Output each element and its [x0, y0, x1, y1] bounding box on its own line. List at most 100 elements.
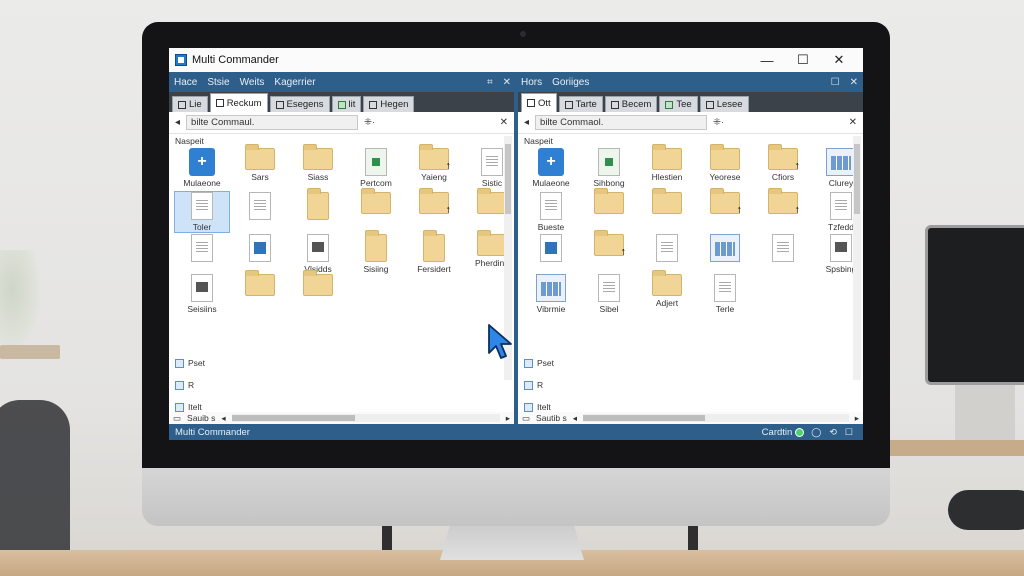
- file-item[interactable]: [233, 234, 287, 264]
- quick-access-item[interactable]: Pset: [524, 352, 554, 374]
- file-item[interactable]: [640, 234, 694, 264]
- tab-4[interactable]: Lesee: [699, 96, 749, 112]
- tab-strip: Ott Tarte Becem Tee Lesee: [518, 92, 863, 112]
- location-icon: [524, 380, 533, 390]
- tab-icon: [705, 100, 714, 109]
- tab-2[interactable]: Becem: [604, 96, 658, 112]
- path-input[interactable]: [186, 115, 359, 130]
- file-item[interactable]: [582, 188, 636, 216]
- file-item[interactable]: [233, 270, 287, 298]
- tab-3[interactable]: Tee: [659, 96, 698, 112]
- path-input[interactable]: [535, 115, 708, 130]
- maximize-button[interactable]: ☐: [785, 52, 821, 68]
- file-item[interactable]: [407, 188, 461, 216]
- menu-item[interactable]: Goriiges: [552, 77, 589, 88]
- file-item[interactable]: Sihbong: [582, 148, 636, 188]
- file-item[interactable]: + Mulaeone: [175, 148, 229, 188]
- file-item[interactable]: [291, 270, 345, 298]
- menu-item[interactable]: Kagerrier: [274, 77, 315, 88]
- file-item[interactable]: [175, 234, 229, 264]
- file-item[interactable]: Yeorese: [698, 144, 752, 182]
- view-options-button[interactable]: ⁜·: [713, 117, 724, 128]
- file-item[interactable]: Vlsidds: [291, 234, 345, 274]
- menu-item[interactable]: Stsie: [207, 77, 229, 88]
- menu-item[interactable]: Hace: [174, 77, 197, 88]
- status-circle-icon[interactable]: ◯: [811, 427, 821, 438]
- tab-label: Tee: [676, 99, 692, 110]
- document-icon: [830, 234, 852, 262]
- file-item[interactable]: Hlestien: [640, 144, 694, 182]
- location-icon: [175, 358, 184, 368]
- file-label: Sars: [251, 172, 269, 182]
- file-item[interactable]: [291, 188, 345, 222]
- close-pane-icon[interactable]: ✕: [500, 117, 508, 128]
- file-item[interactable]: [698, 188, 752, 216]
- scroll-left-icon[interactable]: ◂: [221, 413, 225, 424]
- back-arrow-icon[interactable]: ◂: [175, 117, 180, 128]
- scroll-left-icon[interactable]: ◂: [573, 413, 577, 424]
- pin-icon[interactable]: ⌗: [487, 77, 493, 88]
- tab-2[interactable]: Esegens: [269, 96, 330, 112]
- file-item[interactable]: Siass: [291, 144, 345, 182]
- file-item[interactable]: Bueste: [524, 192, 578, 232]
- tab-0[interactable]: Lie: [172, 96, 208, 112]
- file-item[interactable]: Sars: [233, 144, 287, 182]
- window-icon[interactable]: ☐: [845, 427, 853, 438]
- menu-item[interactable]: Hors: [521, 77, 542, 88]
- menu-item[interactable]: Weits: [240, 77, 265, 88]
- horizontal-scrollbar[interactable]: [583, 414, 849, 422]
- file-item[interactable]: [640, 188, 694, 216]
- restore-icon[interactable]: ☐: [831, 77, 840, 88]
- dual-pane-container: Lie Reckum Esegens lit Hegen ◂ ⁜· ✕ Naspeit + Mula…: [169, 92, 863, 424]
- file-item[interactable]: [756, 234, 810, 264]
- quick-access-item[interactable]: Pset: [175, 352, 205, 374]
- file-item[interactable]: Terle: [698, 274, 752, 314]
- scroll-right-icon[interactable]: ▸: [855, 413, 859, 424]
- tab-1[interactable]: Reckum: [209, 93, 268, 112]
- tab-1[interactable]: Tarte: [558, 96, 603, 112]
- file-item[interactable]: Vibrmie: [524, 274, 578, 314]
- quick-access-item[interactable]: R: [175, 374, 205, 396]
- file-item[interactable]: [349, 188, 403, 216]
- file-label: Mulaeone: [183, 178, 221, 188]
- folder-icon: [652, 188, 682, 214]
- desk-leg: [688, 526, 698, 550]
- file-item[interactable]: Yaieng: [407, 144, 461, 182]
- file-item[interactable]: Cfiors: [756, 144, 810, 182]
- refresh-icon[interactable]: ⟲: [829, 427, 837, 438]
- view-options-button[interactable]: ⁜·: [364, 117, 375, 128]
- file-item[interactable]: [756, 188, 810, 216]
- close-pane-icon[interactable]: ✕: [849, 117, 857, 128]
- file-item[interactable]: Sisiing: [349, 230, 403, 274]
- folder-icon: [477, 188, 507, 214]
- close-menu-icon[interactable]: ✕: [850, 77, 858, 88]
- horizontal-scrollbar[interactable]: [231, 414, 500, 422]
- tab-label: Esegens: [286, 99, 324, 110]
- section-label: Naspeit: [175, 136, 204, 146]
- scroll-right-icon[interactable]: ▸: [506, 413, 510, 424]
- spreadsheet-icon: [598, 148, 620, 176]
- file-item[interactable]: [524, 234, 578, 264]
- file-item[interactable]: Pertcom: [349, 148, 403, 188]
- minimize-button[interactable]: —: [749, 53, 785, 68]
- tab-label: lit: [348, 99, 356, 110]
- tab-0[interactable]: Ott: [521, 93, 557, 112]
- background-monitor-stand: [955, 385, 1015, 440]
- file-item[interactable]: Sibel: [582, 274, 636, 314]
- file-item[interactable]: Toler: [174, 191, 230, 233]
- file-item[interactable]: Seisiins: [175, 274, 229, 314]
- file-item[interactable]: Adjert: [640, 270, 694, 308]
- tab-4[interactable]: Hegen: [363, 96, 415, 112]
- quick-access-item[interactable]: R: [524, 374, 554, 396]
- file-label: Sihbong: [593, 178, 625, 188]
- tab-3[interactable]: lit: [331, 96, 362, 112]
- back-arrow-icon[interactable]: ◂: [524, 117, 529, 128]
- file-item[interactable]: + Mulaeone: [524, 148, 578, 188]
- close-button[interactable]: ✕: [821, 52, 857, 68]
- file-item[interactable]: [233, 192, 287, 222]
- vertical-scrollbar[interactable]: [853, 136, 861, 380]
- file-item[interactable]: [698, 234, 752, 264]
- file-item[interactable]: Fersidert: [407, 230, 461, 274]
- file-item[interactable]: [582, 230, 636, 258]
- close-menu-icon[interactable]: ✕: [503, 77, 511, 88]
